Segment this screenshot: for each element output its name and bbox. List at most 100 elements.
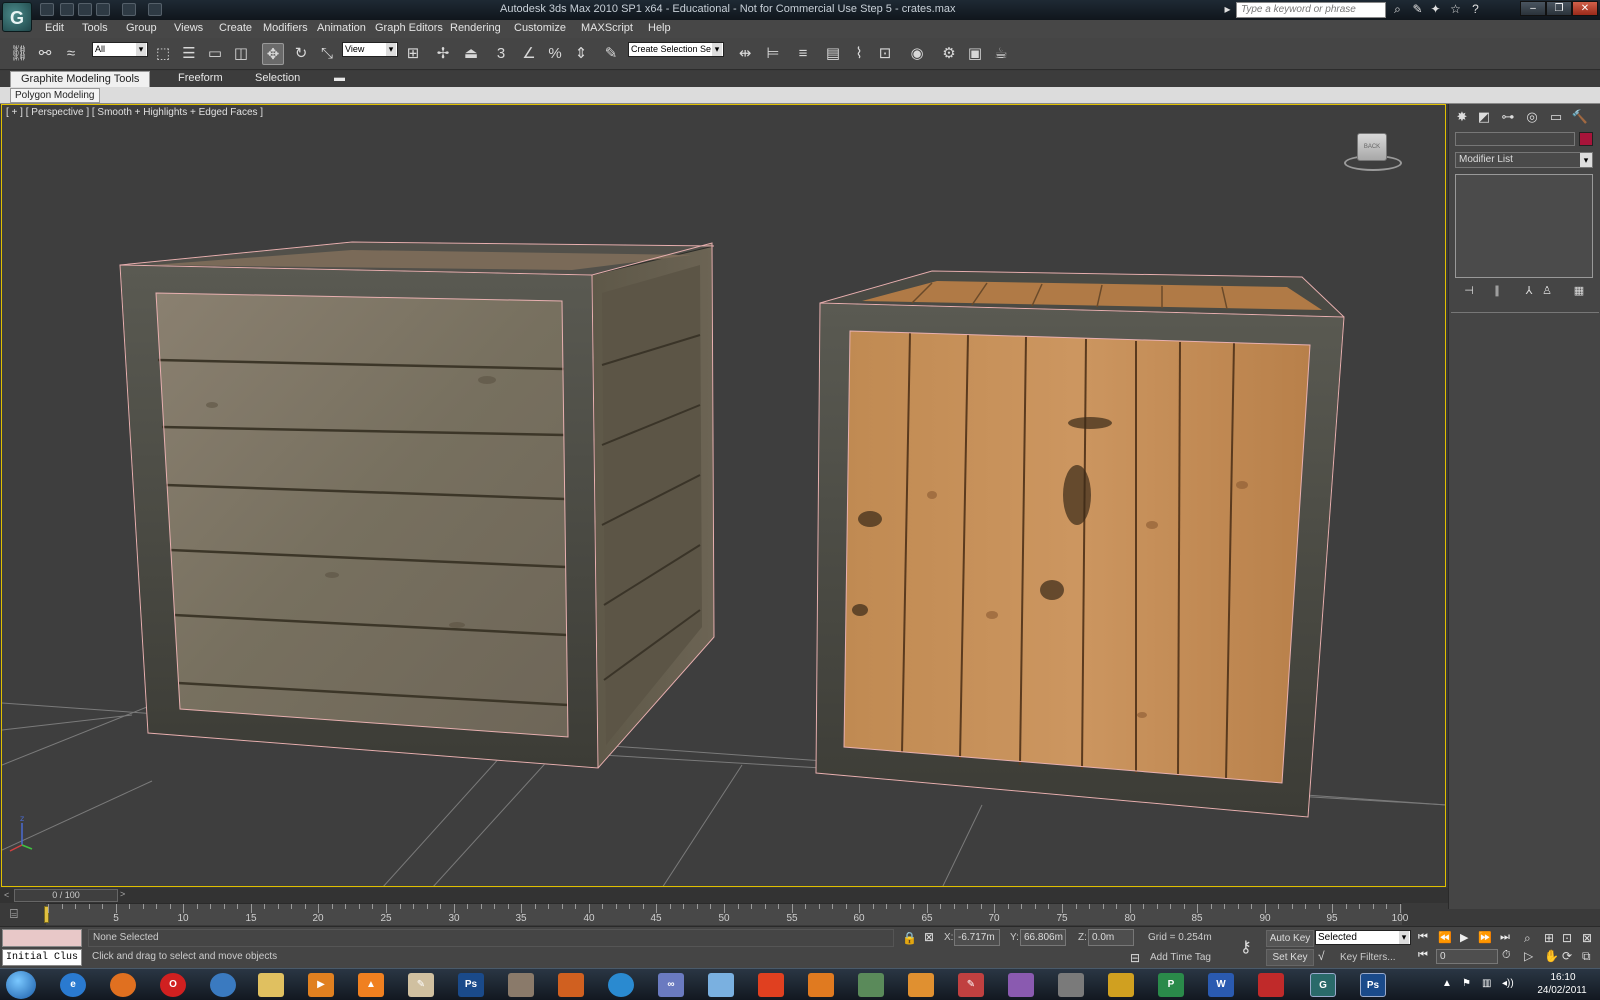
tab-polygon-modeling[interactable]: Polygon Modeling bbox=[10, 88, 100, 103]
selection-filter-dropdown[interactable]: All bbox=[92, 42, 148, 57]
menu-create[interactable]: Create bbox=[219, 22, 252, 34]
pivot-center-icon[interactable]: ⊞ bbox=[402, 43, 424, 65]
tools-icon[interactable]: ✎ bbox=[1410, 2, 1425, 17]
tab-selection[interactable]: Selection bbox=[245, 71, 310, 87]
y-coordinate-field[interactable]: 66.806m bbox=[1020, 929, 1066, 946]
select-object-icon[interactable]: ⬚ bbox=[152, 43, 174, 65]
graphite-toggle-icon[interactable]: ▤ bbox=[822, 43, 844, 65]
time-tag-icon[interactable]: ⊟ bbox=[1130, 951, 1140, 965]
material-editor-icon[interactable]: ◉ bbox=[906, 43, 928, 65]
file-explorer-icon[interactable] bbox=[258, 973, 284, 997]
edit-named-selection-icon[interactable]: ✎ bbox=[600, 43, 622, 65]
track-ruler[interactable]: 5 10 15 20 25 30 35 40 45 50 55 60 65 70 75 80 85 90 95 100 bbox=[44, 903, 1408, 925]
photoshop-task-icon[interactable]: Ps bbox=[1360, 973, 1386, 997]
save-file-icon[interactable] bbox=[78, 3, 92, 16]
schematic-view-icon[interactable]: ⊡ bbox=[874, 43, 896, 65]
scratch-cat-icon[interactable] bbox=[908, 973, 934, 997]
pan-view-icon[interactable]: ✋ bbox=[1544, 949, 1559, 963]
key-mode-toggle-icon[interactable]: ⏮ bbox=[1418, 949, 1428, 962]
zoom-all-icon[interactable]: ⊞ bbox=[1544, 931, 1554, 945]
app-icon-blue[interactable] bbox=[608, 973, 634, 997]
search-arrow-icon[interactable]: ▸ bbox=[1220, 2, 1235, 17]
hierarchy-panel-icon[interactable]: ⊶ bbox=[1499, 108, 1517, 126]
layer-manager-icon[interactable]: ≡ bbox=[792, 43, 814, 65]
menu-tools[interactable]: Tools bbox=[82, 22, 108, 34]
publisher-icon[interactable]: P bbox=[1158, 973, 1184, 997]
pine-crate[interactable] bbox=[815, 270, 1346, 818]
paint-icon[interactable]: ✎ bbox=[408, 973, 434, 997]
object-name-field[interactable] bbox=[1455, 132, 1575, 146]
time-slider[interactable]: < 0 / 100 > bbox=[0, 888, 1448, 903]
volume-icon[interactable]: ◂)) bbox=[1502, 978, 1514, 989]
perspective-viewport[interactable]: [ + ] [ Perspective ] [ Smooth + Highlig… bbox=[1, 104, 1446, 887]
play-icon[interactable]: ▶ bbox=[1460, 931, 1468, 944]
orbit-icon[interactable]: ⟳ bbox=[1562, 949, 1572, 963]
minimize-button[interactable]: ‒ bbox=[1520, 1, 1546, 16]
menu-modifiers[interactable]: Modifiers bbox=[263, 22, 308, 34]
favorites-star-icon[interactable]: ☆ bbox=[1448, 2, 1463, 17]
zoom-extents-icon[interactable]: ⊡ bbox=[1562, 931, 1572, 945]
add-time-tag[interactable]: Add Time Tag bbox=[1150, 952, 1211, 963]
absolute-mode-icon[interactable]: ⊠ bbox=[924, 930, 934, 944]
key-mode-dropdown[interactable]: Selected bbox=[1315, 930, 1411, 945]
render-production-icon[interactable]: ☕ bbox=[990, 43, 1012, 65]
open-file-icon[interactable] bbox=[60, 3, 74, 16]
select-and-move-icon[interactable]: ✥ bbox=[262, 43, 284, 65]
time-slider-next-icon[interactable]: > bbox=[120, 889, 128, 899]
select-and-scale-icon[interactable]: ⤡ bbox=[316, 43, 338, 65]
app-icon-purple[interactable] bbox=[1008, 973, 1034, 997]
align-icon[interactable]: ⊨ bbox=[762, 43, 784, 65]
auto-key-button[interactable]: Auto Key bbox=[1266, 930, 1314, 947]
maxscript-listener-mini[interactable] bbox=[2, 929, 82, 947]
chart-app-icon[interactable] bbox=[858, 973, 884, 997]
maxscript-input[interactable]: Initial Clus bbox=[2, 949, 82, 966]
time-slider-thumb[interactable]: 0 / 100 bbox=[14, 889, 118, 902]
create-panel-icon[interactable]: ✸ bbox=[1453, 108, 1471, 126]
pin-stack-icon[interactable]: ⊣ bbox=[1461, 284, 1477, 298]
menu-views[interactable]: Views bbox=[174, 22, 203, 34]
render-setup-icon[interactable]: ⚙ bbox=[938, 43, 960, 65]
zoom-icon[interactable]: ⌕ bbox=[1524, 931, 1531, 946]
time-slider-prev-icon[interactable]: < bbox=[4, 890, 12, 900]
menu-edit[interactable]: Edit bbox=[45, 22, 64, 34]
named-selection-dropdown[interactable]: Create Selection Se bbox=[628, 42, 724, 57]
angle-snap-icon[interactable]: ∠ bbox=[518, 43, 540, 65]
next-frame-icon[interactable]: ⏩ bbox=[1478, 931, 1492, 944]
reference-coordinate-dropdown[interactable]: View bbox=[342, 42, 398, 57]
select-and-rotate-icon[interactable]: ↻ bbox=[290, 43, 312, 65]
go-to-end-icon[interactable]: ⏭ bbox=[1500, 931, 1510, 944]
clock-date[interactable]: 24/02/2011 bbox=[1530, 985, 1594, 996]
3dsmax-task-icon[interactable]: G bbox=[1310, 973, 1336, 997]
make-unique-icon[interactable]: ⅄ bbox=[1521, 284, 1537, 298]
modifier-list-dropdown[interactable]: Modifier List ▾ bbox=[1455, 152, 1593, 168]
current-frame-field[interactable]: 0 bbox=[1436, 949, 1498, 964]
clock-time[interactable]: 16:10 bbox=[1538, 972, 1588, 983]
modifier-stack[interactable] bbox=[1455, 174, 1593, 278]
key-filters-button[interactable]: Key Filters... bbox=[1340, 952, 1396, 963]
virtualbox-icon[interactable] bbox=[708, 973, 734, 997]
word-icon[interactable]: W bbox=[1208, 973, 1234, 997]
binoculars-icon[interactable]: ⌕ bbox=[1390, 2, 1405, 17]
object-color-swatch[interactable] bbox=[1579, 132, 1593, 146]
network-icon[interactable]: ▥ bbox=[1482, 978, 1491, 989]
mini-curve-editor-icon[interactable]: ⌸ bbox=[10, 906, 18, 922]
set-key-mode-icon[interactable]: ⚷ bbox=[1240, 937, 1252, 957]
menu-maxscript[interactable]: MAXScript bbox=[581, 22, 633, 34]
viewcube[interactable]: BACK bbox=[1342, 131, 1404, 175]
time-configuration-icon[interactable]: ⏱ bbox=[1502, 949, 1511, 962]
redo-icon[interactable] bbox=[122, 3, 136, 16]
firefox-icon[interactable] bbox=[110, 973, 136, 997]
app-logo-icon[interactable]: G bbox=[2, 2, 32, 32]
motion-panel-icon[interactable]: ◎ bbox=[1523, 108, 1541, 126]
set-key-button[interactable]: Set Key bbox=[1266, 949, 1314, 966]
go-to-start-icon[interactable]: ⏮ bbox=[1418, 931, 1428, 944]
tools-app-icon[interactable] bbox=[1058, 973, 1084, 997]
configure-modifier-sets-icon[interactable]: ▦ bbox=[1571, 284, 1587, 298]
matlab-icon[interactable] bbox=[558, 973, 584, 997]
action-center-icon[interactable]: ⚑ bbox=[1462, 978, 1471, 989]
menu-help[interactable]: Help bbox=[648, 22, 671, 34]
rectangle-selection-icon[interactable]: ▭ bbox=[204, 43, 226, 65]
select-by-name-icon[interactable]: ☰ bbox=[178, 43, 200, 65]
tab-freeform[interactable]: Freeform bbox=[168, 71, 233, 87]
paint-shop-icon[interactable] bbox=[1108, 973, 1134, 997]
